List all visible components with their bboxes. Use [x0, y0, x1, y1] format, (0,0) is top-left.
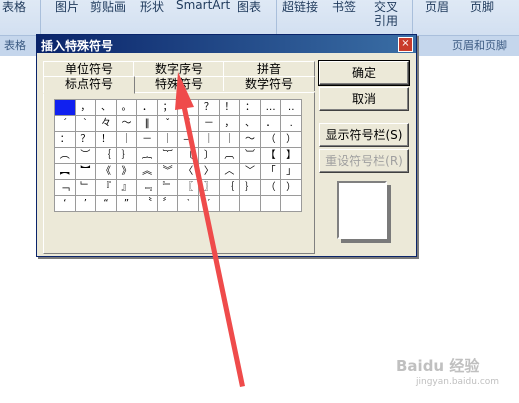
watermark-url: jingyan.baidu.com	[416, 377, 500, 387]
watermark: Baidu 经验	[396, 357, 480, 375]
annotation-arrow	[175, 72, 245, 387]
tab-punctuation[interactable]: 标点符号	[43, 76, 135, 94]
red-arrow-icon	[175, 72, 245, 387]
